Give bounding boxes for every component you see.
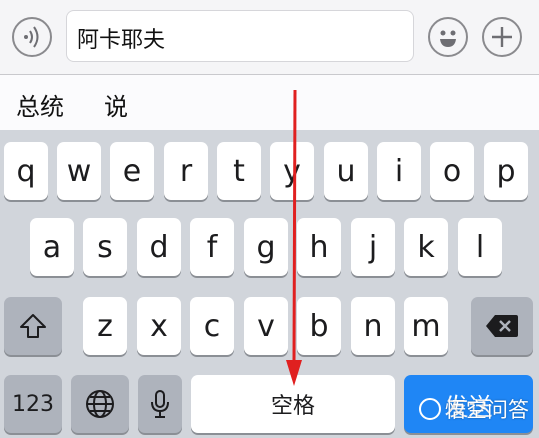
wukong-logo-icon — [419, 398, 441, 420]
backspace-icon — [486, 315, 518, 337]
key-w[interactable]: w — [57, 142, 101, 200]
key-s[interactable]: s — [83, 218, 127, 276]
smiley-icon[interactable] — [428, 17, 468, 57]
input-bar: 阿卡耶夫 — [0, 0, 539, 75]
key-z[interactable]: z — [83, 297, 127, 355]
candidate-bar: 总统 说 — [0, 75, 539, 130]
key-h[interactable]: h — [297, 218, 341, 276]
key-c[interactable]: c — [190, 297, 234, 355]
key-q[interactable]: q — [4, 142, 48, 200]
shift-key[interactable] — [4, 297, 62, 355]
microphone-icon — [151, 390, 169, 418]
numbers-key[interactable]: 123 — [4, 375, 62, 433]
candidate-word[interactable]: 说 — [104, 87, 128, 122]
key-m[interactable]: m — [404, 297, 448, 355]
key-f[interactable]: f — [190, 218, 234, 276]
key-b[interactable]: b — [297, 297, 341, 355]
key-k[interactable]: k — [404, 218, 448, 276]
mic-key[interactable] — [138, 375, 182, 433]
key-r[interactable]: r — [164, 142, 208, 200]
voice-wave-icon[interactable] — [12, 17, 52, 57]
key-e[interactable]: e — [110, 142, 154, 200]
message-input[interactable]: 阿卡耶夫 — [66, 10, 414, 62]
key-o[interactable]: o — [430, 142, 474, 200]
key-j[interactable]: j — [351, 218, 395, 276]
globe-icon — [86, 390, 114, 418]
key-t[interactable]: t — [217, 142, 261, 200]
delete-key[interactable] — [471, 297, 533, 355]
watermark: 悟空问答 — [419, 394, 529, 424]
keyboard: q w e r t y u i o p a s d f g h j k l z … — [0, 130, 539, 438]
key-u[interactable]: u — [324, 142, 368, 200]
key-d[interactable]: d — [137, 218, 181, 276]
key-p[interactable]: p — [484, 142, 528, 200]
key-g[interactable]: g — [244, 218, 288, 276]
space-key[interactable]: 空格 — [191, 375, 395, 433]
globe-key[interactable] — [71, 375, 129, 433]
key-v[interactable]: v — [244, 297, 288, 355]
key-l[interactable]: l — [458, 218, 502, 276]
key-y[interactable]: y — [270, 142, 314, 200]
plus-icon[interactable] — [482, 17, 522, 57]
shift-arrow-icon — [20, 314, 46, 338]
key-a[interactable]: a — [30, 218, 74, 276]
key-n[interactable]: n — [351, 297, 395, 355]
key-x[interactable]: x — [137, 297, 181, 355]
message-input-text: 阿卡耶夫 — [77, 28, 166, 53]
key-i[interactable]: i — [377, 142, 421, 200]
candidate-word[interactable]: 总统 — [16, 87, 64, 122]
watermark-text: 悟空问答 — [445, 398, 529, 422]
